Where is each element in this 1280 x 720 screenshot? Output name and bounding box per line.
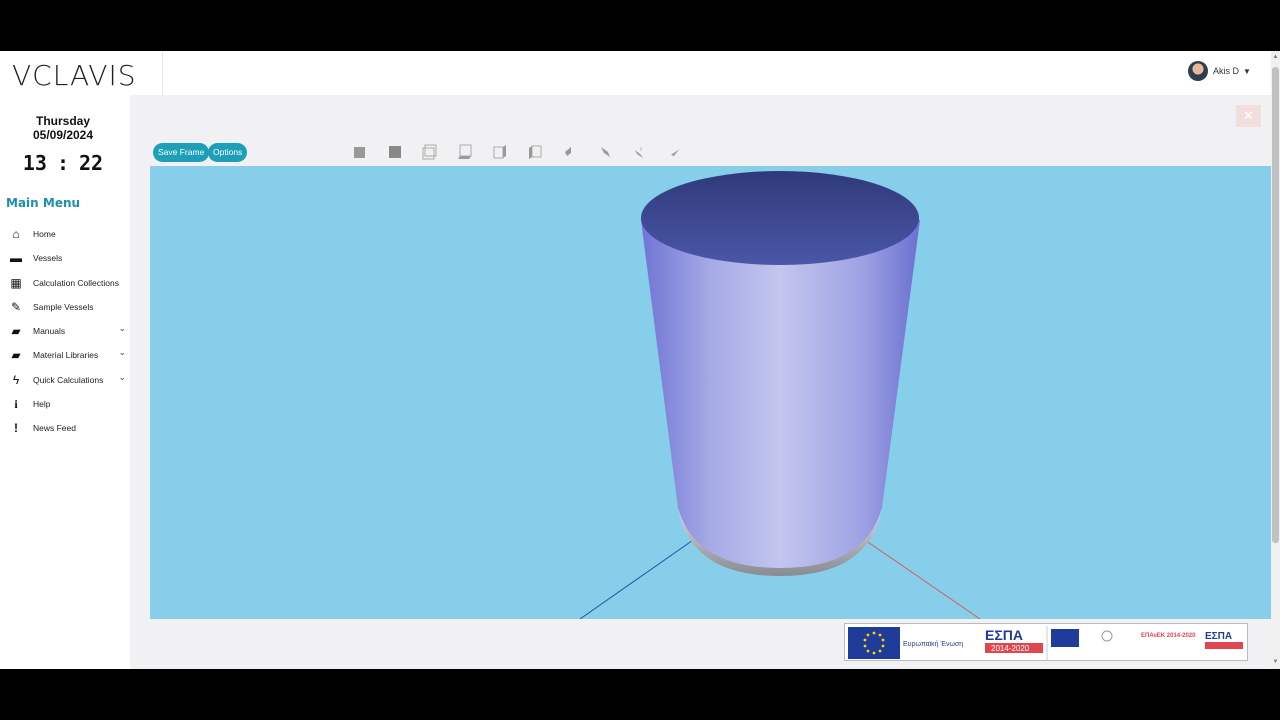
scrollbar-thumb[interactable] [1272, 67, 1279, 543]
view-bottom-icon[interactable] [447, 141, 482, 163]
view-left-icon[interactable] [482, 141, 517, 163]
sidebar-item-label: Help [33, 399, 51, 409]
view-iso-3-icon[interactable] [622, 141, 657, 163]
sidebar-item-label: Sample Vessels [33, 302, 94, 312]
sidebar: Thursday 05/09/2024 13:22 Main Menu ⌂ Ho… [0, 95, 130, 669]
main-menu-title: Main Menu [6, 196, 81, 210]
save-frame-button[interactable]: Save Frame [153, 143, 210, 162]
axis-x-line [579, 537, 697, 619]
book-icon: ▰ [11, 348, 21, 362]
vessel-opening [641, 171, 919, 265]
view-right-icon[interactable] [517, 141, 552, 163]
view-iso-2-icon[interactable] [587, 141, 622, 163]
espa-years-bar-small [1205, 642, 1243, 649]
bolt-icon: ϟ [12, 373, 20, 387]
sidebar-item-vessels[interactable]: ▬ Vessels [0, 247, 128, 269]
options-button[interactable]: Options [208, 143, 248, 162]
logo: VCLAVIS [12, 59, 137, 92]
scroll-up-icon[interactable]: ▲ [1271, 54, 1280, 60]
sidebar-item-label: Home [33, 229, 56, 239]
avatar[interactable] [1188, 61, 1208, 81]
user-name[interactable]: Akis D [1213, 66, 1239, 76]
sidebar-item-help[interactable]: i Help [0, 393, 128, 415]
view-toolbar [342, 140, 692, 164]
sidebar-item-label: Calculation Collections [33, 278, 119, 288]
axis-y-line [861, 537, 981, 619]
sidebar-item-label: Material Libraries [33, 350, 99, 360]
greek-emblem-icon [1101, 630, 1113, 642]
clock-minutes: 22 [79, 151, 104, 175]
eu-flag-small-icon [1051, 629, 1079, 647]
main-content: Save Frame Options ✕ Ευρωπαϊκή Ένωση ΕΣΠ… [130, 95, 1271, 669]
clock-separator: : [56, 151, 70, 175]
sidebar-item-quick-calculations[interactable]: ϟ Quick Calculations ⌄ [0, 369, 128, 391]
app-window: VCLAVIS Akis D ▼ Thursday 05/09/2024 13:… [0, 51, 1280, 669]
view-iso-1-icon[interactable] [552, 141, 587, 163]
3d-viewport[interactable] [150, 166, 1271, 619]
archive-icon: ▬ [10, 251, 22, 265]
view-front-icon[interactable] [342, 141, 377, 163]
sidebar-item-material-libraries[interactable]: ▰ Material Libraries ⌄ [0, 344, 128, 366]
caret-down-icon[interactable]: ▼ [1243, 67, 1251, 76]
user-menu[interactable]: Akis D ▼ [1188, 61, 1251, 81]
clock-hours: 13 [22, 151, 47, 175]
page-scrollbar[interactable]: ▲ ▼ [1271, 51, 1280, 669]
sidebar-item-label: Manuals [33, 326, 66, 336]
day-label: Thursday [35, 114, 90, 128]
espa-logo-small: ΕΣΠΑ [1205, 631, 1232, 642]
close-icon[interactable]: ✕ [1236, 105, 1261, 127]
info-icon: i [14, 396, 18, 411]
book-icon: ▰ [11, 324, 21, 338]
sidebar-item-news-feed[interactable]: ! News Feed [0, 417, 128, 439]
top-bar: VCLAVIS Akis D ▼ [0, 51, 1280, 95]
eu-funding-banner: Ευρωπαϊκή Ένωση ΕΣΠΑ 2014-2020 ΕΠΑνΕΚ 20… [844, 623, 1248, 661]
espa-logo: ΕΣΠΑ [985, 627, 1023, 643]
sidebar-item-label: Quick Calculations [33, 375, 104, 385]
sidebar-item-home[interactable]: ⌂ Home [0, 223, 128, 245]
vessel-3d-model[interactable] [150, 166, 1271, 619]
view-iso-4-icon[interactable] [657, 141, 692, 163]
home-icon: ⌂ [12, 227, 20, 241]
chevron-down-icon: ⌄ [118, 372, 126, 382]
edit-icon: ✎ [10, 300, 22, 314]
vessel-shell [641, 220, 920, 568]
espa-years: 2014-2020 [991, 644, 1030, 653]
scroll-down-icon[interactable]: ▼ [1271, 659, 1280, 665]
chevron-down-icon: ⌄ [118, 323, 126, 333]
epanek-logo: ΕΠΑνΕΚ 2014-2020 [1141, 633, 1196, 639]
exclamation-icon: ! [14, 421, 18, 435]
sidebar-item-manuals[interactable]: ▰ Manuals ⌄ [0, 320, 128, 342]
sidebar-item-label: Vessels [33, 253, 63, 263]
chevron-down-icon: ⌄ [118, 347, 126, 357]
divider [162, 51, 163, 95]
sidebar-item-sample-vessels[interactable]: ✎ Sample Vessels [0, 296, 128, 318]
eu-text: Ευρωπαϊκή Ένωση [903, 641, 963, 648]
sidebar-item-label: News Feed [33, 423, 76, 433]
date-label: 05/09/2024 [32, 128, 94, 142]
view-top-icon[interactable] [412, 141, 447, 163]
sidebar-item-calculation-collections[interactable]: ▦ Calculation Collections [0, 272, 128, 294]
qrcode-icon: ▦ [10, 276, 22, 290]
view-back-icon[interactable] [377, 141, 412, 163]
clock: 13:22 [0, 151, 126, 175]
